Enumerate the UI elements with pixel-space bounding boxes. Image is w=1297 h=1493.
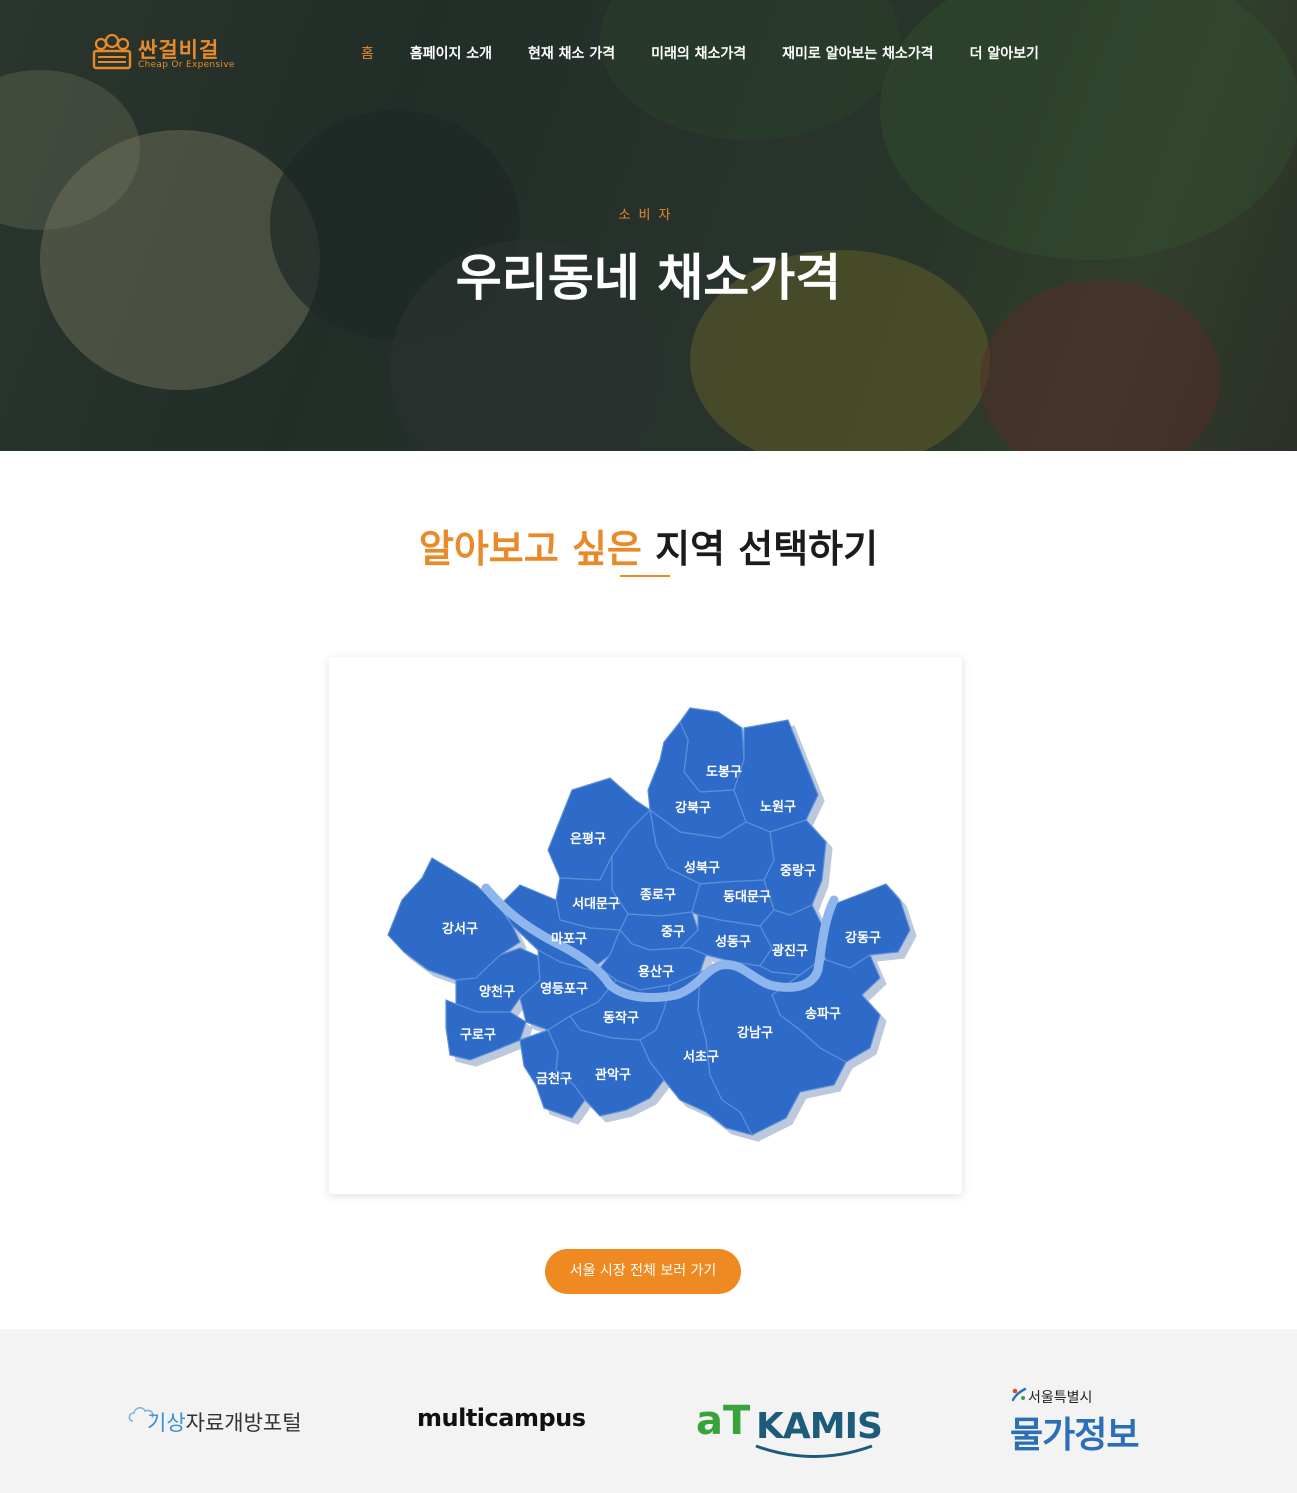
partner-weather-portal[interactable]: 기상자료개방포털	[127, 1401, 317, 1441]
district-label-guro[interactable]: 구로구	[460, 1028, 496, 1043]
section-title: 알아보고 싶은 지역 선택하기	[0, 518, 1297, 573]
nav-item-about[interactable]: 홈페이지 소개	[410, 43, 492, 63]
brand-logo[interactable]: 싼걸비걸 Cheap Or Expensive	[92, 34, 237, 74]
hero-eyebrow: 소비자	[618, 208, 679, 223]
district-label-dongdaemun[interactable]: 동대문구	[723, 890, 771, 905]
kamis-swoosh-icon	[755, 1444, 873, 1458]
district-label-gangseo[interactable]: 강서구	[442, 921, 478, 937]
nav-item-home[interactable]: 홈	[361, 43, 374, 63]
vegetable-basket-icon	[92, 34, 132, 70]
district-label-yangcheon[interactable]: 양천구	[479, 985, 515, 1000]
district-label-jung[interactable]: 중구	[661, 925, 685, 940]
section-title-accent: 알아보고 싶은	[418, 527, 642, 571]
main-nav: 홈 홈페이지 소개 현재 채소 가격 미래의 채소가격 재미로 알아보는 채소가…	[361, 43, 1075, 63]
nav-item-more[interactable]: 더 알아보기	[970, 43, 1039, 63]
district-label-gwangjin[interactable]: 광진구	[772, 943, 808, 959]
kamis-name: KAMIS	[756, 1406, 883, 1447]
seoul-emblem-icon	[1011, 1387, 1027, 1402]
nav-item-current-price[interactable]: 현재 채소 가격	[528, 43, 615, 63]
seoul-big: 물가정보	[1010, 1415, 1139, 1456]
seoul-map-card: 도봉구강북구 노원구은평구성북구 중랑구종로구 동대문구 서대문구강서구마포구 중구성동구…	[329, 657, 962, 1194]
nav-item-fun-price[interactable]: 재미로 알아보는 채소가격	[782, 43, 933, 63]
district-label-dobong[interactable]: 도봉구	[706, 765, 742, 780]
section-title-rest: 지역 선택하기	[641, 527, 879, 571]
district-label-jungnang[interactable]: 중랑구	[780, 864, 816, 879]
seoul-district-map: 도봉구강북구 노원구은평구성북구 중랑구종로구 동대문구 서대문구강서구마포구 중구성동구…	[387, 707, 911, 1136]
district-label-eunpyeong[interactable]: 은평구	[570, 831, 606, 847]
district-label-gangbuk[interactable]: 강북구	[675, 800, 711, 816]
district-label-yeongdeungpo[interactable]: 영등포구	[540, 982, 588, 997]
weather-prefix: 기상	[147, 1411, 186, 1435]
district-label-dongjak[interactable]: 동작구	[603, 1010, 639, 1026]
district-label-gangdong[interactable]: 강동구	[845, 930, 881, 946]
hero-banner: 싼걸비걸 Cheap Or Expensive 홈 홈페이지 소개 현재 채소 …	[0, 0, 1297, 451]
district-label-songpa[interactable]: 송파구	[805, 1007, 841, 1022]
district-label-nowon[interactable]: 노원구	[760, 800, 796, 815]
title-underline	[620, 575, 670, 577]
weather-rest: 자료개방포털	[185, 1411, 302, 1435]
partner-multicampus[interactable]: multicampus	[417, 1404, 586, 1432]
kamis-at: aT	[696, 1398, 751, 1444]
district-label-jongno[interactable]: 종로구	[640, 888, 676, 903]
district-label-gwanak[interactable]: 관악구	[595, 1067, 631, 1083]
nav-item-future-price[interactable]: 미래의 채소가격	[651, 43, 746, 63]
district-label-geumcheon[interactable]: 금천구	[536, 1072, 572, 1087]
district-gwangjin[interactable]	[759, 904, 823, 976]
hero-title: 우리동네 채소가격	[455, 249, 842, 307]
district-label-gangnam[interactable]: 강남구	[737, 1025, 773, 1041]
district-label-seongbuk[interactable]: 성북구	[684, 861, 720, 876]
district-label-yongsan[interactable]: 용산구	[638, 964, 674, 980]
district-label-mapo[interactable]: 마포구	[551, 931, 587, 947]
district-label-seocho[interactable]: 서초구	[683, 1050, 719, 1065]
seoul-small: 서울특별시	[1028, 1390, 1093, 1406]
brand-tagline: Cheap Or Expensive	[138, 60, 235, 70]
district-label-seongdong[interactable]: 성동구	[715, 935, 751, 950]
partner-kamis[interactable]: aT KAMIS	[696, 1396, 883, 1460]
view-all-markets-button[interactable]: 서울 시장 전체 보러 가기	[545, 1249, 741, 1294]
district-label-seodaemun[interactable]: 서대문구	[572, 897, 620, 912]
partner-seoul-price[interactable]: 서울특별시 물가정보	[1008, 1384, 1148, 1456]
district-nowon[interactable]	[733, 719, 819, 833]
